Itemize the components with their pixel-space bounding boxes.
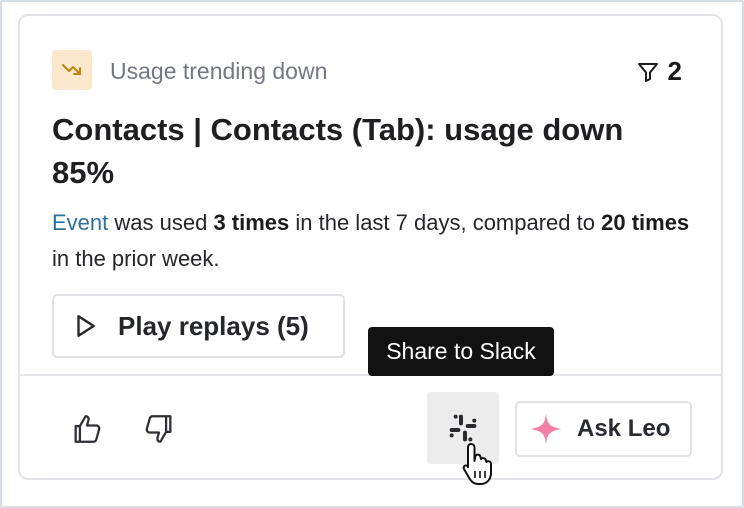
insight-title: Contacts | Contacts (Tab): usage down 85… bbox=[52, 112, 624, 190]
insight-card: Usage trending down 2 Contacts | Contact… bbox=[18, 14, 723, 480]
share-to-slack-tooltip: Share to Slack bbox=[368, 327, 554, 376]
count-current: 3 times bbox=[213, 210, 290, 235]
play-icon bbox=[77, 315, 95, 337]
trend-label: Usage trending down bbox=[110, 58, 328, 84]
play-replays-label: Play replays (5) bbox=[118, 310, 309, 341]
hand-pointer-cursor bbox=[462, 443, 492, 485]
thumbs-down-icon bbox=[145, 415, 172, 443]
event-link[interactable]: Event bbox=[52, 210, 108, 235]
count-prior: 20 times bbox=[601, 210, 690, 235]
desc-text-1: was used bbox=[108, 210, 214, 235]
filter-icon bbox=[637, 62, 658, 82]
trending-down-icon bbox=[52, 50, 92, 90]
filter-count: 2 bbox=[667, 56, 682, 86]
insight-description: Event was used 3 times in the last 7 day… bbox=[52, 205, 702, 277]
thumbs-down-button[interactable] bbox=[140, 410, 178, 448]
play-replays-button[interactable]: Play replays (5) bbox=[52, 294, 345, 358]
insight-header: Usage trending down 2 bbox=[52, 48, 682, 90]
thumbs-up-button[interactable] bbox=[68, 410, 106, 448]
filter-button[interactable]: 2 bbox=[636, 56, 682, 87]
desc-text-3: in the prior week. bbox=[52, 246, 220, 271]
thumbs-up-icon bbox=[74, 415, 101, 443]
desc-text-2: in the last 7 days, compared to bbox=[289, 210, 602, 235]
sparkle-icon bbox=[530, 413, 562, 445]
ask-leo-button[interactable]: Ask Leo bbox=[515, 401, 692, 457]
slack-icon bbox=[449, 414, 477, 442]
ask-leo-label: Ask Leo bbox=[577, 415, 671, 442]
